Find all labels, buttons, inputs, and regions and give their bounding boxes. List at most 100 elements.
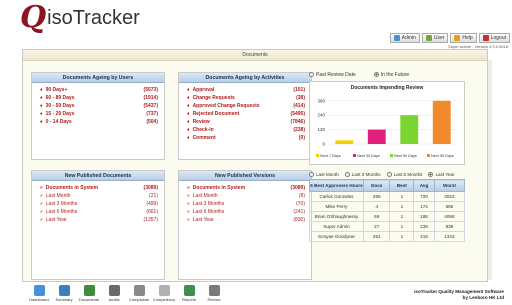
radio-label: Last 6 Months: [393, 171, 423, 177]
list-item[interactable]: ♦ 90 Days+ (5573): [32, 86, 164, 94]
help-button[interactable]: Help: [450, 33, 477, 43]
column-header[interactable]: 5 Best Approvers Hours: [309, 179, 364, 192]
list-item[interactable]: » Last 6 Months (241): [179, 208, 311, 216]
list-item[interactable]: » Last Year (830): [179, 216, 311, 224]
table-cell: 69: [362, 211, 391, 222]
audits-icon: [108, 285, 120, 296]
list-item[interactable]: ♦ 15 - 29 Days (737): [32, 110, 164, 118]
column-header[interactable]: Worst: [433, 179, 466, 192]
list-item[interactable]: » Last Month (8): [179, 192, 311, 200]
table-row[interactable]: Brian OShaughnessy 69 1 188 4068: [309, 211, 466, 222]
nav-audits[interactable]: Audits: [103, 285, 125, 302]
vertical-scrollbar[interactable]: [487, 60, 492, 280]
list-item[interactable]: ♦ Approval (101): [179, 86, 311, 94]
table-cell: 720: [413, 191, 435, 202]
list-item[interactable]: » Last 6 Months (661): [32, 208, 164, 216]
list-item[interactable]: ♦ Change Requests (38): [179, 94, 311, 102]
item-text: Review: [192, 119, 210, 125]
item-text: 30 - 59 Days: [45, 103, 75, 109]
item-text: 60 - 89 Days: [45, 95, 75, 101]
nav-competency[interactable]: Competency: [153, 285, 175, 302]
nav-documents[interactable]: Documents: [78, 285, 100, 302]
table-row[interactable]: Mike Perry 4 1 174 686: [309, 201, 466, 212]
item-count: (499): [146, 201, 158, 207]
list-item-label: ♦ Approved Change Requests: [187, 102, 260, 110]
list-item[interactable]: » Last 3 Months (70): [179, 200, 311, 208]
bar-3[interactable]: [400, 115, 419, 144]
nav-reports[interactable]: Reports: [178, 285, 200, 302]
list-item[interactable]: ♦ Rejected Document (5495): [179, 110, 311, 118]
list-item-label: » Last Year: [187, 216, 214, 224]
nav-label: Reports: [181, 297, 196, 302]
table-cell: 266: [362, 191, 391, 202]
panel-ageing-users: Documents Ageing by Users ♦ 90 Days+ (5573…: [31, 72, 165, 160]
bullet-icon: ♦: [187, 119, 190, 125]
radio-label: Last Year: [435, 171, 455, 177]
admin-button[interactable]: Admin: [389, 33, 420, 43]
bullet-icon: »: [187, 201, 190, 207]
bar-4[interactable]: [432, 100, 451, 144]
user-button[interactable]: User: [421, 33, 449, 43]
y-tick-label: 240: [317, 113, 325, 118]
item-count: (241): [293, 209, 305, 215]
column-header[interactable]: Docs: [362, 179, 391, 192]
radio-future[interactable]: In the Future: [373, 72, 409, 78]
list-item-label: ♦ 15 - 29 Days: [40, 110, 74, 118]
list-item-label: » Last 6 Months: [40, 208, 77, 216]
reports-icon: [183, 285, 195, 296]
list-item[interactable]: ♦ 0 - 14 Days (504): [32, 118, 164, 126]
radio-past-review[interactable]: Past Review Date: [309, 72, 356, 78]
bar-2[interactable]: [367, 129, 386, 144]
approver-name: Super Admin: [309, 221, 364, 232]
bullet-icon: ♦: [187, 127, 190, 133]
help-icon: [454, 35, 461, 41]
list-item[interactable]: ♦ Approved Change Requests (414): [179, 102, 311, 110]
nav-review[interactable]: Review: [203, 285, 225, 302]
documents-icon: [83, 285, 95, 296]
table-cell: 4: [362, 201, 391, 212]
bullet-icon: »: [40, 209, 43, 215]
table-cell: 686: [433, 201, 466, 212]
logout-button[interactable]: Logout: [478, 33, 510, 43]
panel-ageing-activities: Documents Ageing by Activities ♦ Approval…: [178, 72, 312, 160]
column-header[interactable]: Avg: [413, 179, 435, 192]
bullet-icon: »: [187, 217, 190, 223]
dashboard-icon: [33, 285, 45, 296]
list-item-label: » Documents in System: [40, 184, 98, 192]
radio-last-month[interactable]: Last Month: [309, 172, 339, 178]
list-item[interactable]: ♦ Review (7846): [179, 118, 311, 126]
list-item[interactable]: » Documents in System (3089): [179, 184, 311, 192]
bullet-icon: »: [40, 217, 43, 223]
item-text: Approved Change Requests: [192, 103, 260, 109]
radio-last-6-months[interactable]: Last 6 Months: [386, 171, 423, 178]
list-item[interactable]: » Last 3 Months (499): [32, 200, 164, 208]
item-text: Last 6 Months: [192, 209, 225, 215]
nav-dashboard[interactable]: Dashboard: [28, 285, 50, 302]
legend-swatch: [353, 154, 356, 157]
nav-complaints[interactable]: Complaints: [128, 285, 150, 302]
table-row[interactable]: Super Admin 27 1 239 839: [309, 221, 466, 232]
list-item[interactable]: ♦ 30 - 59 Days (5437): [32, 102, 164, 110]
item-count: (830): [293, 217, 305, 223]
list-item[interactable]: » Last Year (1357): [32, 216, 164, 224]
nav-summary[interactable]: Summary: [53, 285, 75, 302]
list-item[interactable]: ♦ Check-in (238): [179, 126, 311, 134]
legend-swatch: [427, 154, 430, 157]
bar-1[interactable]: [335, 140, 354, 144]
list-item[interactable]: » Last Month (21): [32, 192, 164, 200]
table-cell: 1: [389, 211, 415, 222]
table-cell: 188: [413, 211, 435, 222]
table-cell: 3023: [433, 191, 466, 202]
button-label: User: [433, 35, 445, 41]
list-item[interactable]: » Documents in System (3089): [32, 184, 164, 192]
table-row[interactable]: Sonyae Goodyear 261 1 416 1343: [309, 231, 466, 242]
radio-last-3-months[interactable]: Last 3 Months: [344, 172, 381, 178]
bullet-icon: ♦: [187, 135, 190, 141]
table-cell: 1: [389, 201, 415, 212]
list-item[interactable]: ♦ 60 - 89 Days (1914): [32, 94, 164, 102]
list-item[interactable]: ♦ Comment (0): [179, 134, 311, 142]
column-header[interactable]: Best: [389, 179, 415, 192]
table-cell: 1: [389, 191, 415, 202]
table-row[interactable]: Carlos Gonzales 266 1 720 3023: [309, 191, 466, 202]
radio-last-year[interactable]: Last Year: [428, 171, 455, 178]
